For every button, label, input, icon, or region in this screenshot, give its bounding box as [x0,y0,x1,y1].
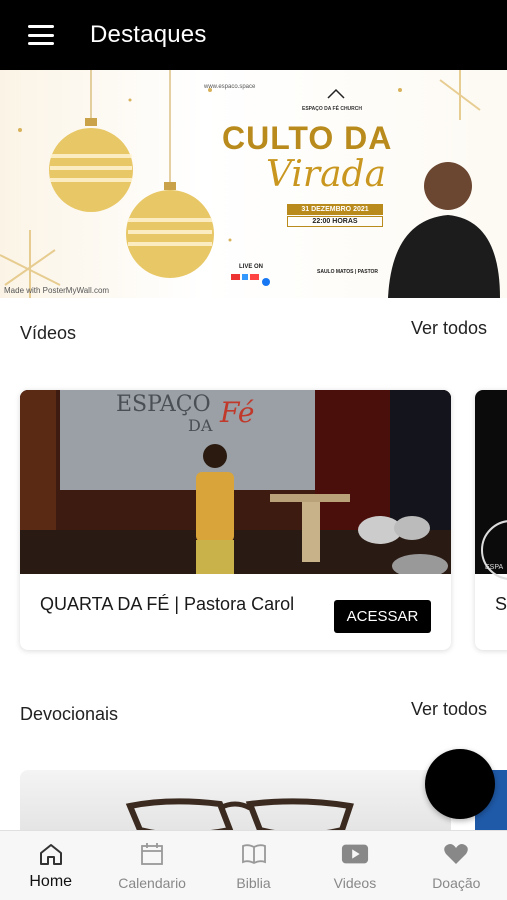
video-card-next[interactable]: ESPA S [475,390,507,650]
devocionais-see-all-link[interactable]: Ver todos [411,699,487,720]
video-card-title-next: S [495,594,507,614]
thumbnail-sign-text-3: Fé [220,396,255,429]
hero-script-title: Virada [266,154,387,195]
hamburger-menu-icon[interactable] [28,25,54,45]
hero-live-label: LIVE ON [239,264,264,270]
video-thumbnail: ESPAÇO DA Fé [20,390,451,574]
nav-item-calendar[interactable]: Calendario [101,831,202,900]
thumbnail-sign-text: ESPAÇO [116,392,211,417]
hero-banner[interactable]: www.espaco.space ESPAÇO DA FÉ CHURCH CUL… [0,70,507,298]
nav-item-home[interactable]: Home [0,831,101,900]
nav-item-videos[interactable]: Videos [304,831,405,900]
page-title: Destaques [90,21,207,48]
video-card-title: QUARTA DA FÉ | Pastora Carol [40,594,295,614]
bottom-navigation: Home Calendario Biblia Videos Doação [0,830,507,900]
hero-church-name: ESPAÇO DA FÉ CHURCH [302,106,363,112]
nav-label-calendar: Calendario [118,875,186,891]
hero-url: www.espaco.space [204,84,256,90]
videos-section-title: Vídeos [20,323,77,343]
hero-pastor-name: SAULO MATOS | PASTOR [317,269,379,275]
devocionais-section-title: Devocionais [20,704,119,724]
heart-icon [442,841,470,867]
access-button[interactable]: ACESSAR [334,600,431,633]
thumbnail-sign-text-2: DA [188,416,213,435]
hero-title: CULTO DA [222,120,393,156]
videos-see-all-link[interactable]: Ver todos [411,318,487,339]
youtube-icon [341,841,369,867]
book-icon [240,841,268,867]
nav-item-donation[interactable]: Doação [406,831,507,900]
floating-action-button[interactable] [425,749,495,819]
video-card[interactable]: ESPAÇO DA Fé QUARTA DA FÉ | Pastora Caro… [20,390,451,650]
calendar-icon [138,841,166,867]
hero-date: 31 DEZEMBRO 2021 [287,204,383,215]
nav-label-videos: Videos [333,875,377,891]
nav-label-donation: Doação [432,875,481,891]
nav-item-bible[interactable]: Biblia [203,831,304,900]
top-app-bar: Destaques [0,0,507,70]
nav-label-bible: Biblia [236,875,271,891]
home-icon [37,841,65,867]
thumbnail-logo-text: ESPA [485,564,504,571]
hero-time: 22:00 HORAS [287,216,383,227]
nav-label-home: Home [29,873,73,890]
hero-credit: Made with PosterMyWall.com [4,286,110,295]
